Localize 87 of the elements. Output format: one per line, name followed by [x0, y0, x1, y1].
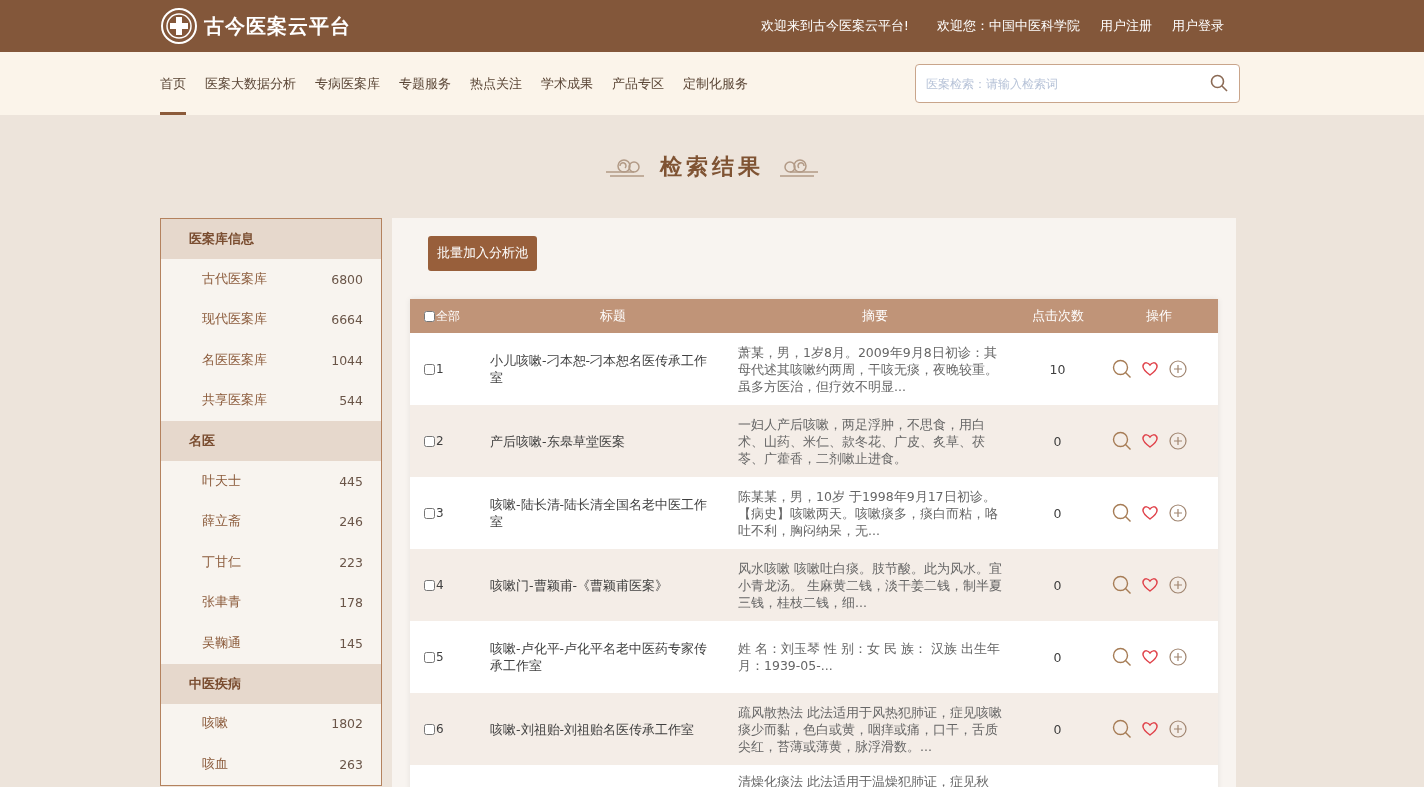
page-title: 检索结果 [660, 151, 764, 181]
row-checkbox[interactable] [424, 651, 435, 663]
case-summary: 疏风散热法 此法适用于风热犯肺证，症见咳嗽痰少而黏，色白或黄，咽痒或痛，口干，舌质尖红，苔薄或薄黄，脉浮滑数。... [737, 703, 1003, 755]
case-summary: 风水咳嗽 咳嗽吐白痰。肢节酸。此为风水。宜小青龙汤。 生麻黄二钱，淡干姜二钱，制半夏三钱，桂枝二钱，细... [737, 559, 1003, 611]
sidebar-item[interactable]: 咳血 263 [161, 744, 381, 785]
case-summary: 陈某某，男，10岁 于1998年9月17日初诊。【病史】咳嗽两天。咳嗽痰多，痰白而粘，咯吐不利，胸闷纳呆，无... [737, 487, 999, 539]
heart-icon[interactable] [1141, 431, 1159, 451]
heart-icon[interactable] [1141, 503, 1159, 523]
heart-icon[interactable] [1141, 647, 1159, 667]
welcome-text: 欢迎来到古今医案云平台! [760, 17, 909, 35]
nav-item[interactable]: 专题服务 [399, 52, 451, 115]
sidebar-item[interactable]: 张聿青 178 [161, 582, 381, 623]
case-title[interactable]: 咳嗽-刘祖贻-刘祖贻名医传承工作室 [490, 720, 735, 738]
click-count: 0 [1052, 505, 1063, 521]
case-title[interactable]: 咳嗽-卢化平-卢化平名老中医药专家传承工作室 [490, 640, 735, 674]
case-title[interactable]: 咳嗽门-曹颖甫-《曹颖甫医案》 [490, 576, 735, 594]
row-number: 3 [436, 506, 444, 520]
add-icon[interactable] [1168, 503, 1188, 523]
sidebar-item[interactable]: 薛立斋 246 [161, 501, 381, 542]
add-icon[interactable] [1168, 647, 1188, 667]
case-title[interactable]: 产后咳嗽-东皋草堂医案 [490, 432, 735, 450]
row-number: 5 [436, 650, 444, 664]
batch-add-button[interactable]: 批量加入分析池 [428, 236, 537, 271]
nav-item[interactable]: 产品专区 [612, 52, 664, 115]
heart-icon[interactable] [1141, 359, 1159, 379]
header-link[interactable]: 用户注册 [1100, 17, 1152, 35]
sidebar-item[interactable]: 古代医案库 6800 [161, 259, 381, 300]
logo-text: 古今医案云平台 [204, 12, 351, 40]
row-number: 2 [436, 434, 444, 448]
add-icon[interactable] [1168, 359, 1188, 379]
row-number: 4 [436, 578, 444, 592]
row-checkbox[interactable] [424, 435, 435, 447]
sidebar-group-title: 名医 [161, 421, 381, 461]
add-icon[interactable] [1168, 575, 1188, 595]
add-icon[interactable] [1168, 719, 1188, 739]
user-greeting: 欢迎您：中国中医科学院 [937, 17, 1080, 35]
search-field[interactable]: 医案检索：请输入检索词 [915, 64, 1240, 103]
sidebar-item[interactable]: 共享医案库 544 [161, 380, 381, 421]
logo-icon [160, 7, 198, 45]
column-header: 点击次数 [1030, 307, 1085, 325]
column-header: 摘要 [861, 307, 889, 325]
case-summary: 萧某，男，1岁8月。2009年9月8日初诊：其母代述其咳嗽约两周，干咳无痰，夜晚较重。虽多方医治，但疗效不明显... [737, 343, 999, 395]
sidebar-item[interactable]: 名医医案库 1044 [161, 340, 381, 381]
search-icon[interactable] [1112, 359, 1132, 379]
heart-icon[interactable] [1141, 575, 1159, 595]
case-summary: 一妇人产后咳嗽，两足浮肿，不思食，用白术、山药、米仁、款冬花、广皮、炙草、茯苓、广藿香，二剂嗽止进食。 [737, 415, 986, 467]
row-number: 1 [436, 362, 444, 376]
sidebar-item[interactable]: 叶天士 445 [161, 461, 381, 502]
search-icon[interactable] [1112, 503, 1132, 523]
search-icon[interactable] [1112, 719, 1132, 739]
search-icon[interactable] [1210, 74, 1228, 92]
select-all-checkbox[interactable] [424, 310, 435, 322]
sidebar-item[interactable]: 咳嗽 1802 [161, 703, 381, 744]
case-title[interactable]: 咳嗽-陆长清-陆长清全国名老中医工作室 [490, 496, 735, 530]
click-count: 0 [1052, 721, 1063, 737]
click-count: 10 [1048, 361, 1067, 377]
sidebar-item[interactable]: 吴鞠通 145 [161, 623, 381, 664]
click-count: 0 [1052, 649, 1063, 665]
row-checkbox[interactable] [424, 507, 435, 519]
nav-item[interactable]: 定制化服务 [683, 52, 748, 115]
search-icon[interactable] [1112, 431, 1132, 451]
heart-icon[interactable] [1141, 719, 1159, 739]
header-link[interactable]: 用户登录 [1172, 17, 1224, 35]
search-icon[interactable] [1112, 575, 1132, 595]
nav-item[interactable]: 学术成果 [541, 52, 593, 115]
case-summary: 清燥化痰法 此法适用于温燥犯肺证，症见秋 [737, 773, 990, 787]
case-summary: 姓 名：刘玉琴 性 别：女 民 族： 汉族 出生年月：1939-05-... [737, 640, 1001, 674]
row-checkbox[interactable] [424, 579, 435, 591]
sidebar-item[interactable]: 丁甘仁 223 [161, 542, 381, 583]
sidebar-group-title: 医案库信息 [161, 219, 381, 259]
row-number: 6 [436, 722, 444, 736]
nav-item[interactable]: 热点关注 [470, 52, 522, 115]
nav-item[interactable]: 首页 [160, 52, 186, 115]
nav-item[interactable]: 专病医案库 [315, 52, 380, 115]
search-icon[interactable] [1112, 647, 1132, 667]
click-count: 0 [1052, 577, 1063, 593]
case-title[interactable]: 小儿咳嗽-刁本恕-刁本恕名医传承工作室 [490, 352, 735, 386]
row-checkbox[interactable] [424, 363, 435, 375]
sidebar-group-title: 中医疾病 [161, 663, 381, 704]
column-header: 操作 [1145, 307, 1173, 325]
row-checkbox[interactable] [424, 723, 435, 735]
add-icon[interactable] [1168, 431, 1188, 451]
sidebar-item[interactable]: 现代医案库 6664 [161, 299, 381, 340]
select-all-label: 全部 [436, 307, 460, 325]
click-count: 0 [1052, 433, 1063, 449]
nav-item[interactable]: 医案大数据分析 [205, 52, 296, 115]
column-header: 标题 [598, 307, 627, 325]
